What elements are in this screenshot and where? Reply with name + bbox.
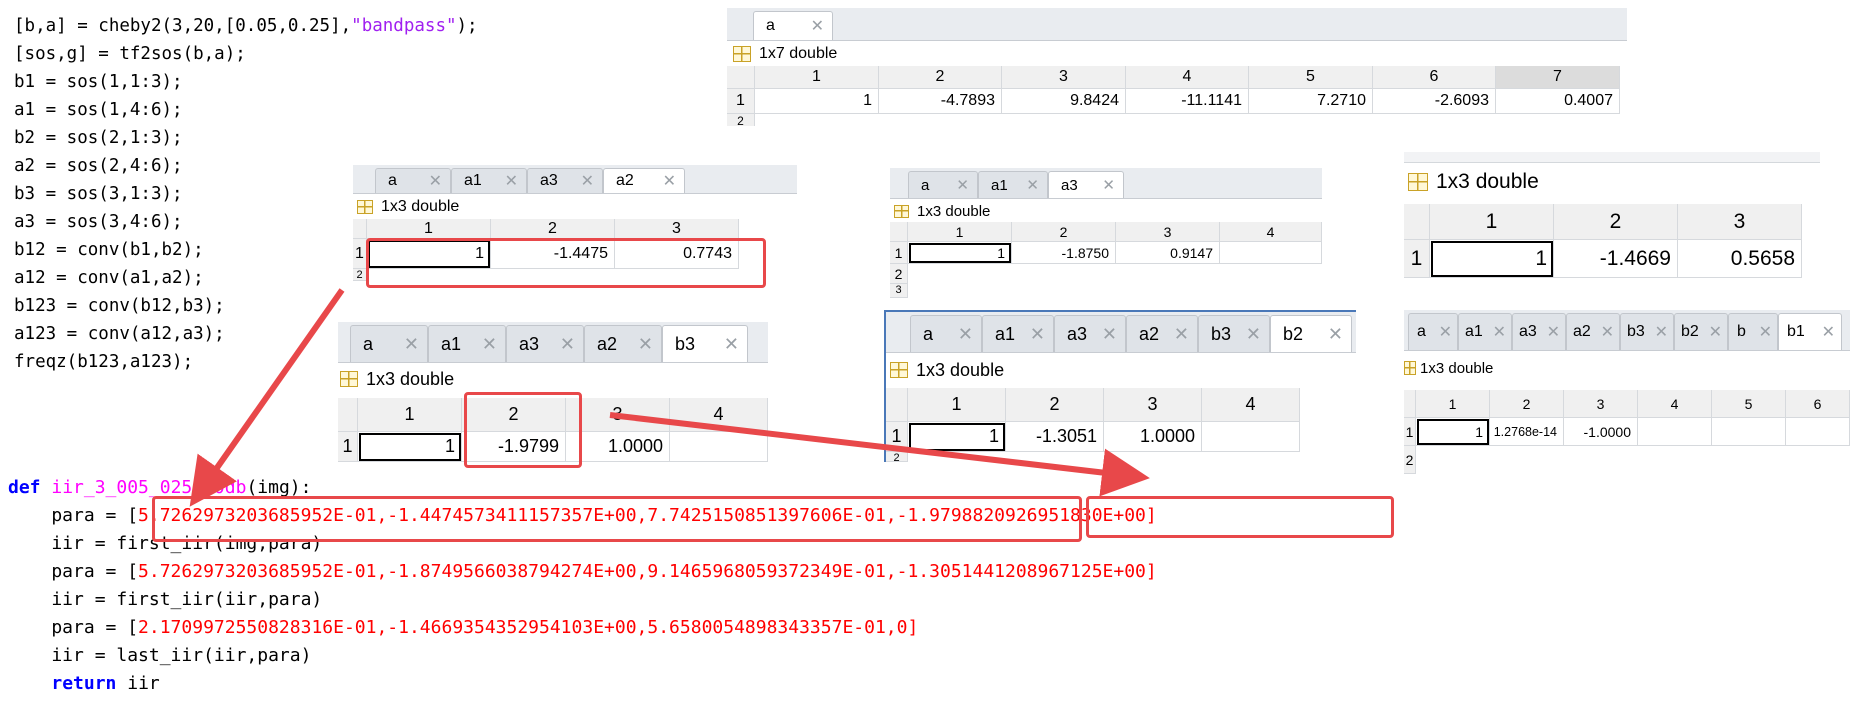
arrow-b3-to-para bbox=[609, 412, 1150, 497]
annotation-arrows bbox=[189, 288, 1150, 507]
arrow-a2-to-para bbox=[189, 288, 345, 507]
